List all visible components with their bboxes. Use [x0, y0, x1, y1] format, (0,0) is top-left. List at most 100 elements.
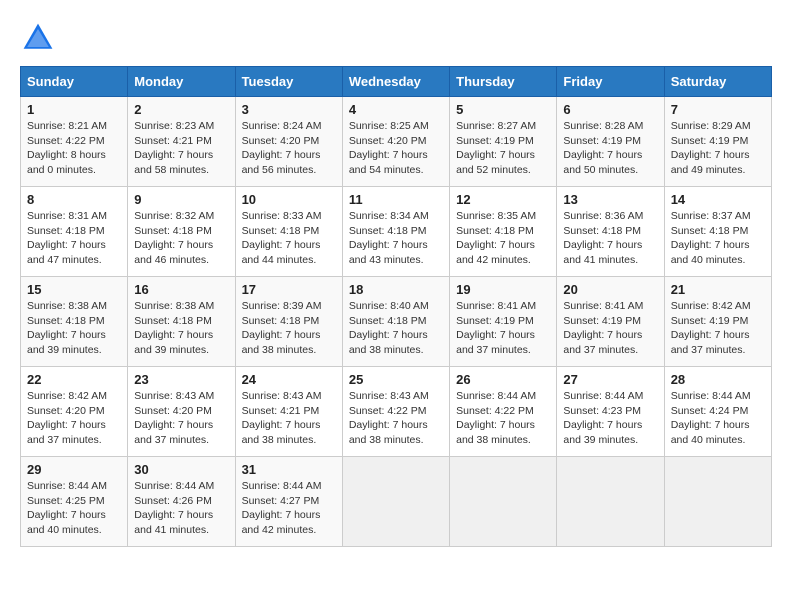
- day-info: Sunrise: 8:41 AM Sunset: 4:19 PM Dayligh…: [456, 299, 550, 358]
- calendar-header-row: SundayMondayTuesdayWednesdayThursdayFrid…: [21, 67, 772, 97]
- calendar-cell: 20 Sunrise: 8:41 AM Sunset: 4:19 PM Dayli…: [557, 277, 664, 367]
- day-info: Sunrise: 8:28 AM Sunset: 4:19 PM Dayligh…: [563, 119, 657, 178]
- calendar-cell: 15 Sunrise: 8:38 AM Sunset: 4:18 PM Dayli…: [21, 277, 128, 367]
- calendar-cell: 26 Sunrise: 8:44 AM Sunset: 4:22 PM Dayli…: [450, 367, 557, 457]
- calendar-cell: 12 Sunrise: 8:35 AM Sunset: 4:18 PM Dayli…: [450, 187, 557, 277]
- day-info: Sunrise: 8:39 AM Sunset: 4:18 PM Dayligh…: [242, 299, 336, 358]
- day-number: 3: [242, 102, 336, 117]
- day-number: 29: [27, 462, 121, 477]
- col-header-thursday: Thursday: [450, 67, 557, 97]
- day-number: 4: [349, 102, 443, 117]
- day-info: Sunrise: 8:34 AM Sunset: 4:18 PM Dayligh…: [349, 209, 443, 268]
- day-info: Sunrise: 8:25 AM Sunset: 4:20 PM Dayligh…: [349, 119, 443, 178]
- day-info: Sunrise: 8:29 AM Sunset: 4:19 PM Dayligh…: [671, 119, 765, 178]
- calendar-cell: 3Sunrise: 8:24 AM Sunset: 4:20 PM Daylig…: [235, 97, 342, 187]
- calendar-cell: 25 Sunrise: 8:43 AM Sunset: 4:22 PM Dayli…: [342, 367, 449, 457]
- day-info: Sunrise: 8:36 AM Sunset: 4:18 PM Dayligh…: [563, 209, 657, 268]
- day-number: 1: [27, 102, 121, 117]
- calendar-cell: 9Sunrise: 8:32 AM Sunset: 4:18 PM Daylig…: [128, 187, 235, 277]
- calendar-cell: 24 Sunrise: 8:43 AM Sunset: 4:21 PM Dayli…: [235, 367, 342, 457]
- calendar-cell: 2Sunrise: 8:23 AM Sunset: 4:21 PM Daylig…: [128, 97, 235, 187]
- calendar-cell: [450, 457, 557, 547]
- day-number: 10: [242, 192, 336, 207]
- calendar-cell: 1Sunrise: 8:21 AM Sunset: 4:22 PM Daylig…: [21, 97, 128, 187]
- calendar-cell: 4 Sunrise: 8:25 AM Sunset: 4:20 PM Daylig…: [342, 97, 449, 187]
- day-number: 13: [563, 192, 657, 207]
- day-number: 21: [671, 282, 765, 297]
- day-info: Sunrise: 8:44 AM Sunset: 4:26 PM Dayligh…: [134, 479, 228, 538]
- calendar-cell: 21 Sunrise: 8:42 AM Sunset: 4:19 PM Dayli…: [664, 277, 771, 367]
- calendar-cell: 17Sunrise: 8:39 AM Sunset: 4:18 PM Dayli…: [235, 277, 342, 367]
- calendar-cell: [342, 457, 449, 547]
- calendar-week-2: 8 Sunrise: 8:31 AM Sunset: 4:18 PM Daylig…: [21, 187, 772, 277]
- day-info: Sunrise: 8:43 AM Sunset: 4:22 PM Dayligh…: [349, 389, 443, 448]
- col-header-tuesday: Tuesday: [235, 67, 342, 97]
- day-number: 11: [349, 192, 443, 207]
- calendar-cell: 6 Sunrise: 8:28 AM Sunset: 4:19 PM Daylig…: [557, 97, 664, 187]
- calendar-cell: 28 Sunrise: 8:44 AM Sunset: 4:24 PM Dayli…: [664, 367, 771, 457]
- day-number: 23: [134, 372, 228, 387]
- calendar-cell: [557, 457, 664, 547]
- calendar-cell: 29 Sunrise: 8:44 AM Sunset: 4:25 PM Dayli…: [21, 457, 128, 547]
- calendar-week-3: 15 Sunrise: 8:38 AM Sunset: 4:18 PM Dayli…: [21, 277, 772, 367]
- logo-icon: [20, 20, 56, 56]
- page-header: [20, 20, 772, 56]
- calendar-cell: 11 Sunrise: 8:34 AM Sunset: 4:18 PM Dayli…: [342, 187, 449, 277]
- day-number: 18: [349, 282, 443, 297]
- day-info: Sunrise: 8:43 AM Sunset: 4:21 PM Dayligh…: [242, 389, 336, 448]
- day-info: Sunrise: 8:44 AM Sunset: 4:22 PM Dayligh…: [456, 389, 550, 448]
- day-number: 25: [349, 372, 443, 387]
- day-number: 26: [456, 372, 550, 387]
- day-info: Sunrise: 8:44 AM Sunset: 4:23 PM Dayligh…: [563, 389, 657, 448]
- day-number: 6: [563, 102, 657, 117]
- day-number: 7: [671, 102, 765, 117]
- day-number: 20: [563, 282, 657, 297]
- col-header-saturday: Saturday: [664, 67, 771, 97]
- day-number: 27: [563, 372, 657, 387]
- day-info: Sunrise: 8:43 AM Sunset: 4:20 PM Dayligh…: [134, 389, 228, 448]
- calendar-cell: [664, 457, 771, 547]
- calendar-cell: 14 Sunrise: 8:37 AM Sunset: 4:18 PM Dayli…: [664, 187, 771, 277]
- calendar-cell: 19Sunrise: 8:41 AM Sunset: 4:19 PM Dayli…: [450, 277, 557, 367]
- day-info: Sunrise: 8:37 AM Sunset: 4:18 PM Dayligh…: [671, 209, 765, 268]
- col-header-friday: Friday: [557, 67, 664, 97]
- day-number: 22: [27, 372, 121, 387]
- day-number: 31: [242, 462, 336, 477]
- calendar-cell: 13 Sunrise: 8:36 AM Sunset: 4:18 PM Dayli…: [557, 187, 664, 277]
- day-number: 14: [671, 192, 765, 207]
- day-info: Sunrise: 8:42 AM Sunset: 4:19 PM Dayligh…: [671, 299, 765, 358]
- col-header-monday: Monday: [128, 67, 235, 97]
- logo: [20, 20, 62, 56]
- calendar-table: SundayMondayTuesdayWednesdayThursdayFrid…: [20, 66, 772, 547]
- day-info: Sunrise: 8:40 AM Sunset: 4:18 PM Dayligh…: [349, 299, 443, 358]
- day-number: 15: [27, 282, 121, 297]
- day-number: 12: [456, 192, 550, 207]
- day-info: Sunrise: 8:38 AM Sunset: 4:18 PM Dayligh…: [27, 299, 121, 358]
- day-info: Sunrise: 8:33 AM Sunset: 4:18 PM Dayligh…: [242, 209, 336, 268]
- day-info: Sunrise: 8:44 AM Sunset: 4:24 PM Dayligh…: [671, 389, 765, 448]
- day-number: 2: [134, 102, 228, 117]
- day-number: 16: [134, 282, 228, 297]
- day-info: Sunrise: 8:38 AM Sunset: 4:18 PM Dayligh…: [134, 299, 228, 358]
- day-info: Sunrise: 8:41 AM Sunset: 4:19 PM Dayligh…: [563, 299, 657, 358]
- calendar-cell: 22Sunrise: 8:42 AM Sunset: 4:20 PM Dayli…: [21, 367, 128, 457]
- calendar-cell: 8 Sunrise: 8:31 AM Sunset: 4:18 PM Daylig…: [21, 187, 128, 277]
- calendar-cell: 18 Sunrise: 8:40 AM Sunset: 4:18 PM Dayli…: [342, 277, 449, 367]
- calendar-cell: 7 Sunrise: 8:29 AM Sunset: 4:19 PM Daylig…: [664, 97, 771, 187]
- day-info: Sunrise: 8:44 AM Sunset: 4:27 PM Dayligh…: [242, 479, 336, 538]
- col-header-wednesday: Wednesday: [342, 67, 449, 97]
- day-info: Sunrise: 8:35 AM Sunset: 4:18 PM Dayligh…: [456, 209, 550, 268]
- calendar-cell: 27 Sunrise: 8:44 AM Sunset: 4:23 PM Dayli…: [557, 367, 664, 457]
- calendar-cell: 23 Sunrise: 8:43 AM Sunset: 4:20 PM Dayli…: [128, 367, 235, 457]
- day-info: Sunrise: 8:31 AM Sunset: 4:18 PM Dayligh…: [27, 209, 121, 268]
- day-number: 8: [27, 192, 121, 207]
- day-number: 28: [671, 372, 765, 387]
- day-info: Sunrise: 8:44 AM Sunset: 4:25 PM Dayligh…: [27, 479, 121, 538]
- calendar-week-1: 1Sunrise: 8:21 AM Sunset: 4:22 PM Daylig…: [21, 97, 772, 187]
- calendar-week-5: 29 Sunrise: 8:44 AM Sunset: 4:25 PM Dayli…: [21, 457, 772, 547]
- calendar-cell: 31 Sunrise: 8:44 AM Sunset: 4:27 PM Dayli…: [235, 457, 342, 547]
- day-number: 24: [242, 372, 336, 387]
- calendar-week-4: 22Sunrise: 8:42 AM Sunset: 4:20 PM Dayli…: [21, 367, 772, 457]
- calendar-cell: 16 Sunrise: 8:38 AM Sunset: 4:18 PM Dayli…: [128, 277, 235, 367]
- day-number: 9: [134, 192, 228, 207]
